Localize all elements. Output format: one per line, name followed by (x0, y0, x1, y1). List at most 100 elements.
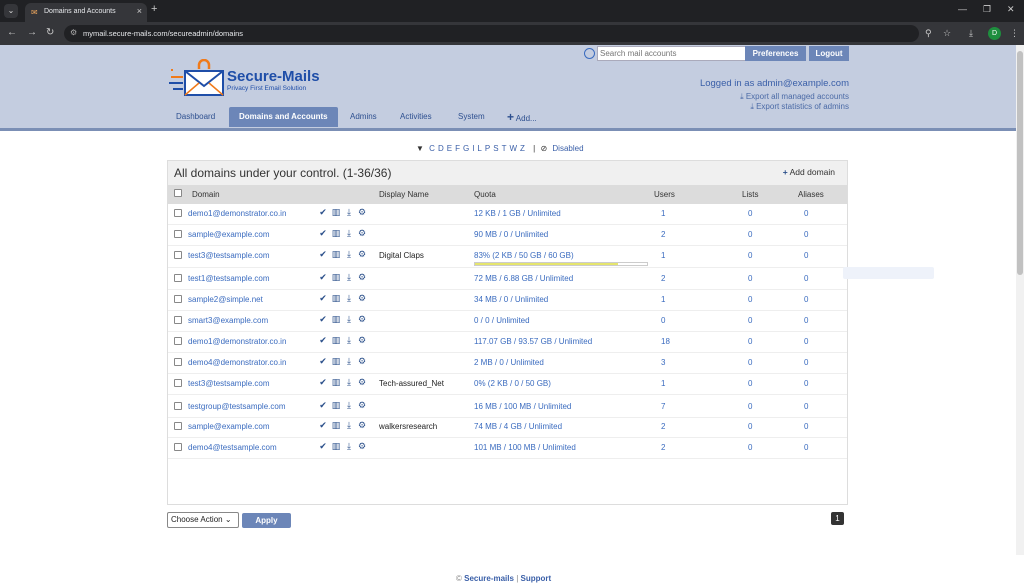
footer-support-link[interactable]: Support (521, 574, 552, 583)
download-icon[interactable]: ⤓ (969, 28, 973, 39)
col-quota[interactable]: Quota (474, 190, 496, 199)
stats-chart-icon[interactable]: ▥ (331, 249, 341, 259)
check-icon[interactable]: ✔ (318, 228, 328, 238)
aliases-count[interactable]: 0 (804, 295, 808, 304)
export-accounts-link[interactable]: ⤓ Export all managed accounts (740, 92, 849, 102)
page-number[interactable]: 1 (831, 512, 844, 525)
check-icon[interactable]: ✔ (318, 249, 328, 259)
domain-link[interactable]: testgroup@testsample.com (188, 402, 286, 411)
check-icon[interactable]: ✔ (318, 207, 328, 217)
aliases-count[interactable]: 0 (804, 358, 808, 367)
row-checkbox[interactable] (174, 379, 182, 387)
forward-icon[interactable]: → (27, 27, 37, 38)
settings-gear-icon[interactable]: ⚙ (357, 441, 367, 451)
logo[interactable]: Secure-Mails Privacy First Email Solutio… (169, 58, 329, 99)
users-count[interactable]: 1 (661, 251, 665, 260)
settings-gear-icon[interactable]: ⚙ (357, 207, 367, 217)
lists-count[interactable]: 0 (748, 443, 752, 452)
new-tab-icon[interactable]: + (151, 3, 157, 15)
domain-link[interactable]: test1@testsample.com (188, 274, 269, 283)
letter-filter-c[interactable]: C (429, 144, 435, 153)
row-checkbox[interactable] (174, 337, 182, 345)
footer-brand-link[interactable]: Secure-mails (464, 574, 514, 583)
disabled-filter[interactable]: ⊘ Disabled (540, 144, 586, 153)
browser-tab[interactable]: ✉ Domains and Accounts × (25, 3, 147, 22)
settings-gear-icon[interactable]: ⚙ (357, 400, 367, 410)
aliases-count[interactable]: 0 (804, 209, 808, 218)
tab-search-icon[interactable]: ⌄ (4, 4, 18, 18)
letter-filter-g[interactable]: G (463, 144, 469, 153)
row-checkbox[interactable] (174, 443, 182, 451)
check-icon[interactable]: ✔ (318, 335, 328, 345)
check-icon[interactable]: ✔ (318, 272, 328, 282)
row-checkbox[interactable] (174, 358, 182, 366)
stats-chart-icon[interactable]: ▥ (331, 207, 341, 217)
aliases-count[interactable]: 0 (804, 274, 808, 283)
download-icon[interactable]: ⤓ (344, 335, 354, 345)
scrollbar[interactable] (1016, 45, 1024, 555)
row-checkbox[interactable] (174, 295, 182, 303)
nav-domains-and-accounts[interactable]: Domains and Accounts (229, 107, 338, 127)
settings-gear-icon[interactable]: ⚙ (357, 228, 367, 238)
reload-icon[interactable]: ↻ (46, 27, 54, 38)
aliases-count[interactable]: 0 (804, 316, 808, 325)
lists-count[interactable]: 0 (748, 230, 752, 239)
settings-gear-icon[interactable]: ⚙ (357, 249, 367, 259)
bookmark-star-icon[interactable]: ☆ (943, 28, 951, 39)
apply-button[interactable]: Apply (242, 513, 291, 528)
lists-count[interactable]: 0 (748, 295, 752, 304)
check-icon[interactable]: ✔ (318, 441, 328, 451)
lists-count[interactable]: 0 (748, 209, 752, 218)
check-icon[interactable]: ✔ (318, 293, 328, 303)
letter-filter-t[interactable]: T (502, 144, 507, 153)
stats-chart-icon[interactable]: ▥ (331, 293, 341, 303)
row-checkbox[interactable] (174, 422, 182, 430)
col-display-name[interactable]: Display Name (379, 190, 429, 199)
lists-count[interactable]: 0 (748, 316, 752, 325)
aliases-count[interactable]: 0 (804, 422, 808, 431)
download-icon[interactable]: ⤓ (344, 207, 354, 217)
check-icon[interactable]: ✔ (318, 314, 328, 324)
download-icon[interactable]: ⤓ (344, 356, 354, 366)
zoom-icon[interactable]: ⚲ (925, 28, 932, 39)
site-info-icon[interactable]: ⚙ (70, 28, 77, 37)
stats-chart-icon[interactable]: ▥ (331, 335, 341, 345)
url-field[interactable]: ⚙ mymail.secure-mails.com/secureadmin/do… (64, 25, 919, 42)
scrollbar-thumb[interactable] (1017, 51, 1023, 275)
stats-chart-icon[interactable]: ▥ (331, 314, 341, 324)
letter-filter-w[interactable]: W (509, 144, 517, 153)
download-icon[interactable]: ⤓ (344, 272, 354, 282)
row-checkbox[interactable] (174, 209, 182, 217)
search-input[interactable] (597, 46, 746, 61)
settings-gear-icon[interactable]: ⚙ (357, 272, 367, 282)
aliases-count[interactable]: 0 (804, 379, 808, 388)
settings-gear-icon[interactable]: ⚙ (357, 377, 367, 387)
aliases-count[interactable]: 0 (804, 402, 808, 411)
domain-link[interactable]: test3@testsample.com (188, 251, 269, 260)
lists-count[interactable]: 0 (748, 402, 752, 411)
domain-link[interactable]: demo4@testsample.com (188, 443, 277, 452)
stats-chart-icon[interactable]: ▥ (331, 441, 341, 451)
col-aliases[interactable]: Aliases (798, 190, 824, 199)
nav-admins[interactable]: Admins (350, 107, 377, 127)
row-checkbox[interactable] (174, 402, 182, 410)
stats-chart-icon[interactable]: ▥ (331, 356, 341, 366)
lists-count[interactable]: 0 (748, 274, 752, 283)
users-count[interactable]: 2 (661, 230, 665, 239)
lists-count[interactable]: 0 (748, 379, 752, 388)
lists-count[interactable]: 0 (748, 422, 752, 431)
domain-link[interactable]: test3@testsample.com (188, 379, 269, 388)
export-stats-link[interactable]: ⤓ Export statistics of admins (750, 102, 849, 112)
settings-gear-icon[interactable]: ⚙ (357, 356, 367, 366)
domain-link[interactable]: demo4@demonstrator.co.in (188, 358, 286, 367)
select-all-checkbox[interactable] (174, 189, 182, 197)
nav-add[interactable]: + Add... (507, 107, 537, 127)
add-domain-button[interactable]: + Add domain (783, 167, 835, 177)
download-icon[interactable]: ⤓ (344, 377, 354, 387)
stats-chart-icon[interactable]: ▥ (331, 272, 341, 282)
users-count[interactable]: 1 (661, 209, 665, 218)
download-icon[interactable]: ⤓ (344, 441, 354, 451)
aliases-count[interactable]: 0 (804, 251, 808, 260)
lists-count[interactable]: 0 (748, 337, 752, 346)
domain-link[interactable]: demo1@demonstrator.co.in (188, 337, 286, 346)
